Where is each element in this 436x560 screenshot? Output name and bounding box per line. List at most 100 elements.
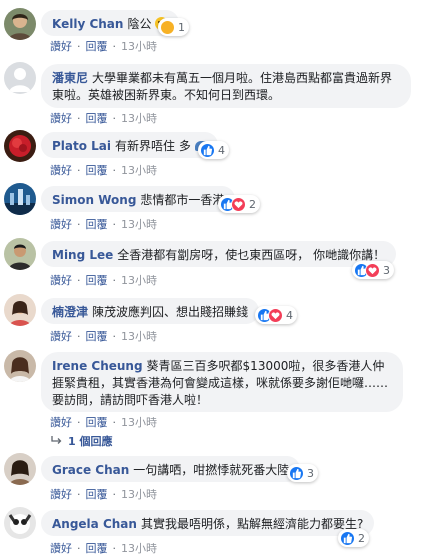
reaction-summary[interactable]: 2 bbox=[338, 529, 369, 547]
avatar-image bbox=[4, 453, 36, 485]
wow-reaction-icon bbox=[160, 19, 175, 35]
avatar-image bbox=[4, 183, 36, 215]
avatar-image bbox=[4, 238, 36, 270]
love-reaction-icon bbox=[268, 307, 283, 323]
reaction-count: 3 bbox=[307, 466, 314, 480]
reply-link[interactable]: 回覆 bbox=[86, 164, 108, 177]
like-link[interactable]: 讚好 bbox=[50, 164, 72, 177]
comment-bubble: Angela Chan 其實我最唔明係，點解無經濟能力都要生? bbox=[41, 510, 375, 536]
comment-bubble: Simon Wong 悲情都市一香港 bbox=[41, 186, 236, 212]
like-link[interactable]: 讚好 bbox=[50, 218, 72, 231]
avatar-image bbox=[4, 130, 36, 162]
comment-actions: 讚好 · 回覆 · 13小時 bbox=[50, 416, 157, 429]
comment-author[interactable]: Simon Wong bbox=[52, 193, 136, 207]
like-link[interactable]: 讚好 bbox=[50, 40, 72, 53]
avatar[interactable] bbox=[4, 294, 36, 326]
comment-text: 一句講哂，咁撚悸就死番大陸 bbox=[133, 463, 290, 477]
comment-time[interactable]: 13小時 bbox=[121, 40, 157, 53]
comment-actions: 讚好 · 回覆 · 13小時 bbox=[50, 274, 157, 287]
reply-link[interactable]: 回覆 bbox=[86, 218, 108, 231]
comment-time[interactable]: 13小時 bbox=[121, 330, 157, 343]
comment-bubble: 潘東尼 大學畢業都未有萬五一個月啦。住港島西點都富貴過新界東啦。英雄被困新界東。不… bbox=[41, 64, 411, 108]
comment-bubble: Irene Cheung 葵青區三百多呎都$13000啦，很多香港人仲捱緊貴租，其… bbox=[41, 352, 403, 412]
avatar[interactable] bbox=[4, 62, 36, 94]
reaction-count: 3 bbox=[383, 263, 390, 277]
avatar-image bbox=[4, 507, 36, 539]
comment-actions: 讚好 · 回覆 · 13小時 bbox=[50, 112, 157, 125]
avatar-image bbox=[4, 62, 36, 94]
comment-author[interactable]: Grace Chan bbox=[52, 463, 129, 477]
avatar[interactable] bbox=[4, 8, 36, 40]
love-reaction-icon bbox=[365, 262, 380, 278]
like-link[interactable]: 讚好 bbox=[50, 274, 72, 287]
reaction-summary[interactable]: 4 bbox=[255, 306, 297, 324]
love-reaction-icon bbox=[231, 196, 246, 212]
comment-time[interactable]: 13小時 bbox=[121, 542, 157, 555]
avatar[interactable] bbox=[4, 183, 36, 215]
comment-text: 大學畢業都未有萬五一個月啦。住港島西點都富貴過新界東啦。英雄被困新界東。不知何日… bbox=[52, 71, 393, 102]
reply-link[interactable]: 回覆 bbox=[86, 330, 108, 343]
like-link[interactable]: 讚好 bbox=[50, 488, 72, 501]
comment-time[interactable]: 13小時 bbox=[121, 112, 157, 125]
comment-author[interactable]: Plato Lai bbox=[52, 139, 111, 153]
comment-bubble: Plato Lai 有新界唔住 多 bbox=[41, 132, 218, 158]
reaction-summary[interactable]: 3 bbox=[287, 464, 318, 482]
comment-actions: 讚好 · 回覆 · 13小時 bbox=[50, 40, 157, 53]
reply-link[interactable]: 回覆 bbox=[86, 416, 108, 429]
avatar[interactable] bbox=[4, 453, 36, 485]
comment-time[interactable]: 13小時 bbox=[121, 274, 157, 287]
comment-actions: 讚好 · 回覆 · 13小時 bbox=[50, 542, 157, 555]
reply-link[interactable]: 回覆 bbox=[86, 542, 108, 555]
reaction-summary[interactable]: 4 bbox=[198, 141, 229, 159]
view-replies-label[interactable]: 1 個回應 bbox=[68, 433, 112, 449]
like-link[interactable]: 讚好 bbox=[50, 542, 72, 555]
comment-text: 其實我最唔明係，點解無經濟能力都要生? bbox=[140, 517, 364, 531]
reaction-count: 1 bbox=[178, 20, 185, 34]
comment-author[interactable]: 楠澄津 bbox=[52, 305, 88, 319]
comment-actions: 讚好 · 回覆 · 13小時 bbox=[50, 330, 157, 343]
reply-arrow-icon bbox=[51, 436, 62, 444]
reply-link[interactable]: 回覆 bbox=[86, 40, 108, 53]
comment-author[interactable]: Irene Cheung bbox=[52, 359, 143, 373]
comment-author[interactable]: 潘東尼 bbox=[52, 71, 88, 85]
like-reaction-icon bbox=[340, 530, 355, 546]
reaction-count: 2 bbox=[358, 531, 365, 545]
comment-author[interactable]: Angela Chan bbox=[52, 517, 137, 531]
comment-text: 有新界唔住 多 bbox=[115, 139, 191, 153]
comment-text: 陰公 bbox=[127, 17, 152, 31]
like-reaction-icon bbox=[289, 465, 304, 481]
like-link[interactable]: 讚好 bbox=[50, 330, 72, 343]
like-link[interactable]: 讚好 bbox=[50, 416, 72, 429]
comment-author[interactable]: Kelly Chan bbox=[52, 17, 123, 31]
comment-time[interactable]: 13小時 bbox=[121, 416, 157, 429]
comment-text: 陳茂波應判囚、想出賤招賺錢 bbox=[92, 305, 249, 319]
comment-actions: 讚好 · 回覆 · 13小時 bbox=[50, 488, 157, 501]
reaction-summary[interactable]: 2 bbox=[218, 195, 260, 213]
like-link[interactable]: 讚好 bbox=[50, 112, 72, 125]
view-replies-link[interactable]: 1 個回應 bbox=[50, 433, 112, 449]
reply-link[interactable]: 回覆 bbox=[86, 274, 108, 287]
comment-time[interactable]: 13小時 bbox=[121, 488, 157, 501]
comment-text: 悲情都市一香港 bbox=[140, 193, 225, 207]
comment-actions: 讚好 · 回覆 · 13小時 bbox=[50, 218, 157, 231]
reaction-summary[interactable]: 3 bbox=[352, 261, 394, 279]
reaction-count: 4 bbox=[286, 308, 293, 322]
comment-bubble: 楠澄津 陳茂波應判囚、想出賤招賺錢 bbox=[41, 298, 260, 324]
avatar[interactable] bbox=[4, 130, 36, 162]
avatar-image bbox=[4, 8, 36, 40]
avatar-image bbox=[4, 350, 36, 382]
comment-author[interactable]: Ming Lee bbox=[52, 248, 113, 262]
comment-time[interactable]: 13小時 bbox=[121, 218, 157, 231]
reaction-count: 2 bbox=[249, 197, 256, 211]
reaction-count: 4 bbox=[218, 143, 225, 157]
like-reaction-icon bbox=[200, 142, 215, 158]
reply-link[interactable]: 回覆 bbox=[86, 112, 108, 125]
avatar[interactable] bbox=[4, 350, 36, 382]
avatar[interactable] bbox=[4, 238, 36, 270]
reply-link[interactable]: 回覆 bbox=[86, 488, 108, 501]
comment-time[interactable]: 13小時 bbox=[121, 164, 157, 177]
comment-text: 全香港都有劏房呀，使乜東西區呀， 你哋識你講！ bbox=[117, 248, 386, 262]
comment-actions: 讚好 · 回覆 · 13小時 bbox=[50, 164, 157, 177]
avatar[interactable] bbox=[4, 507, 36, 539]
reaction-summary[interactable]: 1 bbox=[158, 18, 189, 36]
